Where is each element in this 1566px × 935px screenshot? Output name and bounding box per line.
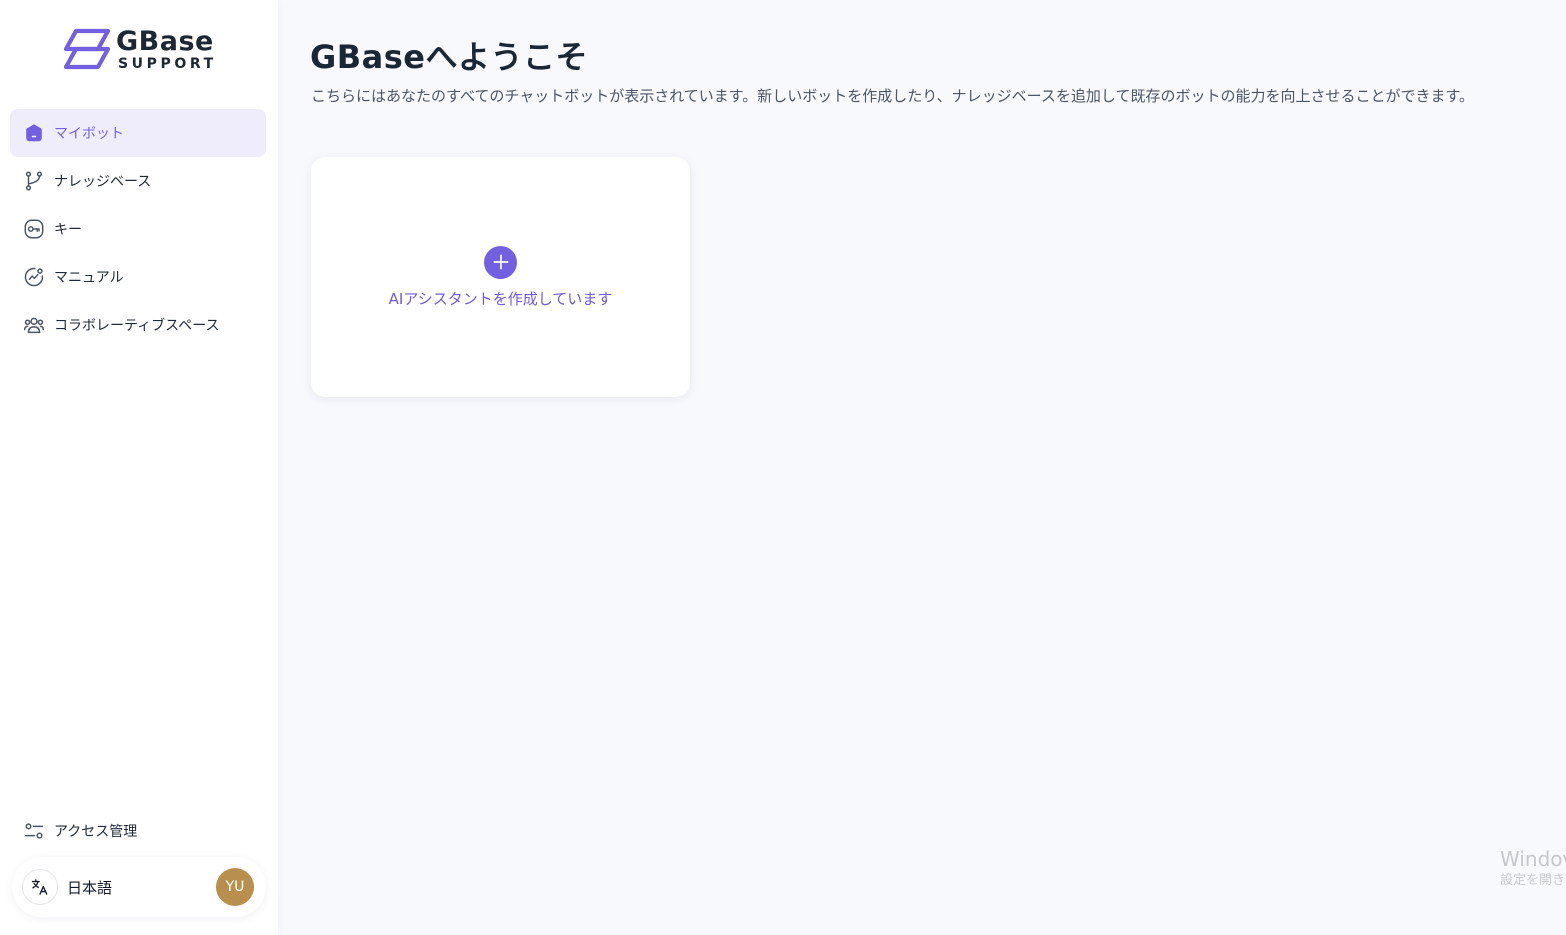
sidebar-item-keys[interactable]: キー <box>10 205 266 253</box>
sidebar-item-label: マニュアル <box>54 270 124 286</box>
sidebar-item-knowledge-base[interactable]: ナレッジベース <box>10 157 266 205</box>
brand-logo[interactable]: GBase SUPPORT <box>62 26 222 72</box>
branch-icon <box>22 169 46 193</box>
sidebar-item-label: コラボレーティブスペース <box>54 318 220 334</box>
sidebar-item-label: ナレッジベース <box>54 174 152 190</box>
plus-icon[interactable] <box>484 245 517 279</box>
logo-mark-icon <box>63 28 111 70</box>
sidebar-nav: マイボット ナレッジベース キー マニュアル コラボレーティブスペース <box>10 109 266 349</box>
user-bar: 日本語 YU <box>12 857 266 917</box>
logo-subtitle: SUPPORT <box>118 55 217 72</box>
chart-icon <box>22 265 46 289</box>
key-icon <box>22 217 46 241</box>
page-title: GBaseへようこそ <box>310 38 589 76</box>
sidebar-item-label: マイボット <box>54 126 124 142</box>
create-assistant-label: AIアシスタントを作成しています <box>388 289 613 308</box>
bot-icon <box>22 121 46 145</box>
sidebar: GBase SUPPORT マイボット ナレッジベース キー マニュアル コラボ… <box>0 0 278 935</box>
logo-name: GBase <box>116 25 214 57</box>
translate-icon[interactable] <box>22 869 58 905</box>
avatar-initials: YU <box>225 879 245 895</box>
create-assistant-card[interactable]: AIアシスタントを作成しています <box>311 157 690 397</box>
users-icon <box>22 313 46 337</box>
main-content: GBaseへようこそ こちらにはあなたのすべてのチャットボットが表示されています… <box>278 0 1566 935</box>
settings-sliders-icon <box>22 819 46 843</box>
sidebar-item-manual[interactable]: マニュアル <box>10 253 266 301</box>
logo-text: GBase SUPPORT <box>116 28 217 71</box>
watermark-line-2: 設定を開き <box>1500 873 1566 888</box>
access-management-label: アクセス管理 <box>54 824 138 840</box>
app-root: GBase SUPPORT マイボット ナレッジベース キー マニュアル コラボ… <box>0 0 1566 935</box>
sidebar-item-access-management[interactable]: アクセス管理 <box>10 807 266 855</box>
sidebar-item-my-bots[interactable]: マイボット <box>10 109 266 157</box>
language-selector[interactable]: 日本語 <box>67 877 216 898</box>
avatar[interactable]: YU <box>216 868 254 906</box>
page-description: こちらにはあなたのすべてのチャットボットが表示されています。新しいボットを作成し… <box>311 87 1474 105</box>
watermark-line-1: Windov <box>1500 847 1566 871</box>
windows-activation-watermark: Windov 設定を開き <box>1500 846 1566 890</box>
sidebar-item-label: キー <box>54 222 82 238</box>
sidebar-item-collab-space[interactable]: コラボレーティブスペース <box>10 301 266 349</box>
